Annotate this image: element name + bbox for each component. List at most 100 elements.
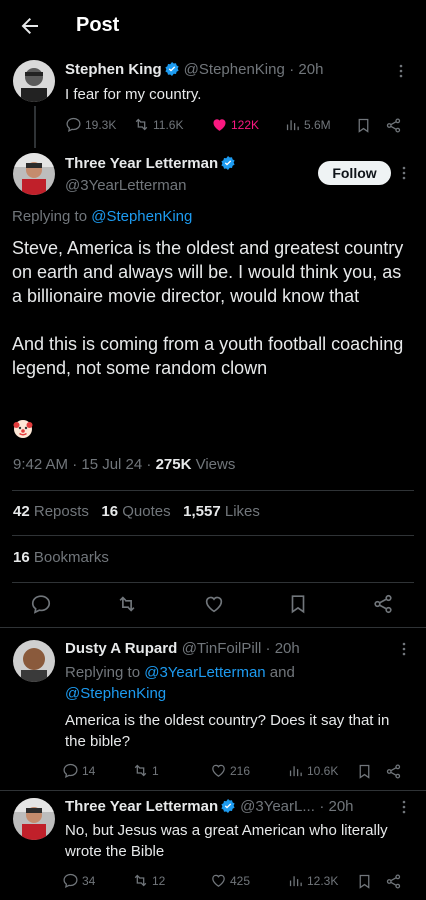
divider (0, 790, 426, 791)
repost-button[interactable]: 12 (132, 872, 165, 889)
reply-count: 14 (82, 763, 96, 778)
verified-badge-icon (164, 61, 180, 77)
bookmarks-stat[interactable]: 16 Bookmarks (13, 549, 109, 566)
likes-stat[interactable]: 1,557 Likes (183, 503, 260, 520)
avatar[interactable] (13, 60, 55, 102)
author-handle[interactable]: @3YearL... (240, 798, 315, 815)
reply-count: 19.3K (85, 117, 117, 132)
like-count: 122K (231, 117, 260, 132)
quotes-label: Quotes (118, 503, 171, 520)
like-button[interactable]: 122K (211, 116, 259, 133)
tweet-time: · 20h (319, 798, 354, 815)
views-icon (289, 876, 302, 887)
mention-link[interactable]: @3YearLetterman (144, 664, 265, 681)
engagement-stats: 42 Reposts 16 Quotes 1,557 Likes (13, 503, 260, 520)
divider (12, 582, 414, 583)
more-options-icon[interactable] (402, 800, 406, 814)
reposts-count: 42 (13, 503, 30, 520)
like-button[interactable]: 425 (210, 872, 250, 889)
heart-icon[interactable] (203, 593, 225, 615)
quotes-stat[interactable]: 16 Quotes (101, 503, 170, 520)
author-handle[interactable]: @StephenKing (184, 61, 285, 78)
top-bar: Post (0, 0, 426, 52)
author-name[interactable]: Dusty A Rupard (65, 640, 177, 657)
verified-badge-icon (220, 798, 236, 814)
author-handle[interactable]: @TinFoilPill · 20h (182, 640, 300, 657)
author-name[interactable]: Three Year Letterman (65, 155, 218, 172)
main-tweet-author: Three Year Letterman (65, 155, 240, 173)
reposts-stat[interactable]: 42 Reposts (13, 503, 89, 520)
reply-button[interactable]: 34 (62, 872, 95, 889)
heart-filled-icon (213, 119, 226, 131)
repost-button[interactable]: 11.6K (133, 116, 183, 133)
avatar[interactable] (13, 640, 55, 682)
heart-icon (212, 764, 225, 777)
repost-button[interactable]: 1 (132, 762, 159, 779)
views-button[interactable]: 5.6M (284, 116, 331, 133)
share-icon[interactable] (385, 873, 402, 890)
views-icon (289, 766, 302, 777)
quotes-count: 16 (101, 503, 119, 520)
tweet-paragraph: And this is coming from a youth football… (12, 334, 404, 378)
tweet-time: · 20h (289, 61, 324, 78)
reply-icon[interactable] (30, 593, 52, 615)
replying-prefix: Replying to (12, 208, 92, 225)
more-options-icon[interactable] (402, 166, 406, 180)
parent-tweet-header: Stephen King @StephenKing · 20h (65, 61, 323, 79)
bookmarks-count: 16 (13, 549, 30, 566)
verified-badge-icon (220, 155, 236, 171)
bookmark-icon[interactable] (356, 873, 373, 890)
replying-to: Replying to @StephenKing (12, 208, 192, 225)
avatar[interactable] (13, 798, 55, 840)
bookmarks-label: Bookmarks (29, 549, 109, 566)
views-button[interactable]: 10.6K (287, 762, 338, 779)
divider (12, 490, 414, 491)
bookmark-icon[interactable] (356, 763, 373, 780)
replying-prefix: Replying to (65, 664, 145, 681)
tweet-timestamp: 9:42 AM · 15 Jul 24 · 275K Views (13, 456, 235, 473)
mention-link[interactable]: @StephenKing (65, 685, 166, 702)
reply-button[interactable]: 14 (62, 762, 95, 779)
reposts-label: Reposts (29, 503, 89, 520)
clown-emoji-icon (13, 419, 33, 439)
views-button[interactable]: 12.3K (287, 872, 338, 889)
author-name[interactable]: Three Year Letterman (65, 798, 218, 815)
reply-action-bar: 34 12 425 12.3K (62, 872, 407, 892)
back-arrow-icon[interactable] (18, 14, 42, 38)
reply-icon (63, 763, 78, 778)
timestamp: 9:42 AM · 15 Jul 24 · (13, 456, 156, 473)
tweet-paragraph: Steve, America is the oldest and greates… (12, 238, 404, 306)
views-count: 5.6M (304, 117, 331, 132)
more-options-icon[interactable] (399, 64, 403, 78)
reply-count: 34 (82, 873, 96, 888)
like-count: 216 (230, 763, 251, 778)
follow-button[interactable]: Follow (318, 161, 391, 185)
reply-action-bar: 14 1 216 10.6K (62, 762, 407, 782)
more-options-icon[interactable] (402, 642, 406, 656)
reply-header: Three Year Letterman @3YearL... · 20h (65, 798, 354, 816)
main-tweet-text: Steve, America is the oldest and greates… (12, 236, 412, 384)
author-name[interactable]: Stephen King (65, 61, 162, 78)
likes-count: 1,557 (183, 503, 221, 520)
likes-label: Likes (220, 503, 260, 520)
divider (0, 627, 426, 628)
mention-link[interactable]: @StephenKing (91, 208, 192, 225)
share-icon[interactable] (385, 763, 402, 780)
repost-icon (134, 764, 147, 777)
share-icon[interactable] (372, 593, 394, 615)
tweet-text: I fear for my country. (65, 86, 202, 103)
like-count: 425 (230, 873, 251, 888)
repost-count: 12 (152, 873, 166, 888)
repost-icon[interactable] (116, 593, 138, 615)
repost-count: 1 (152, 763, 159, 778)
avatar[interactable] (13, 153, 55, 195)
author-handle[interactable]: @3YearLetterman (65, 177, 186, 194)
views-count: 275K (155, 456, 192, 473)
thread-line (34, 106, 36, 148)
share-icon[interactable] (385, 117, 402, 134)
like-button[interactable]: 216 (210, 762, 250, 779)
reply-icon (66, 117, 81, 132)
bookmark-icon[interactable] (355, 117, 372, 134)
reply-button[interactable]: 19.3K (65, 116, 116, 133)
bookmark-icon[interactable] (287, 593, 309, 615)
